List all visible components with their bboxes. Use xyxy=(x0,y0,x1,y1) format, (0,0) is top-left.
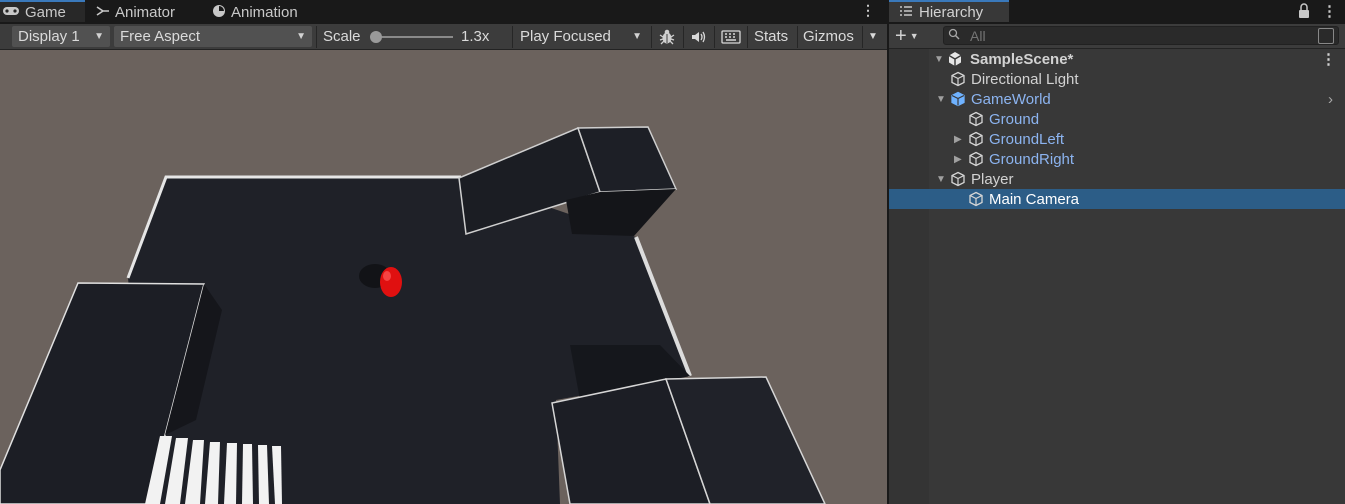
foldout-open-icon[interactable]: ▼ xyxy=(936,94,946,105)
gamepad-icon xyxy=(2,5,20,20)
toolbar-divider xyxy=(714,26,715,48)
display-dropdown-label: Display 1 xyxy=(18,28,80,45)
open-prefab-chevron-icon[interactable]: › xyxy=(1328,91,1333,108)
chevron-down-icon: ▼ xyxy=(632,31,642,42)
hierarchy-item-label: Ground xyxy=(989,110,1040,128)
foldout-open-icon: ▼ xyxy=(934,53,944,65)
hierarchy-item-label: GameWorld xyxy=(971,90,1051,108)
toolbar-divider xyxy=(512,26,513,48)
search-settings-icon[interactable] xyxy=(1318,28,1334,44)
tab-game-label: Game xyxy=(25,3,66,21)
hierarchy-search[interactable] xyxy=(943,26,1339,45)
toolbar-divider xyxy=(316,26,317,48)
more-options-icon[interactable]: ⋮ xyxy=(1322,2,1337,20)
scene-row[interactable]: ▼ SampleScene* ⋮ xyxy=(889,49,1345,69)
bug-icon[interactable] xyxy=(656,26,678,47)
chevron-down-icon: ▼ xyxy=(909,31,919,41)
scale-slider-track[interactable] xyxy=(375,36,453,38)
toolbar-divider xyxy=(683,26,684,48)
gizmos-dropdown-arrow-icon[interactable]: ▼ xyxy=(868,26,878,47)
hierarchy-item-label: Directional Light xyxy=(971,70,1079,88)
hierarchy-item[interactable]: ▼ GameWorld › xyxy=(889,89,1345,109)
foldout-open-icon[interactable]: ▼ xyxy=(936,174,946,185)
tab-hierarchy[interactable]: Hierarchy xyxy=(889,0,1009,22)
hierarchy-item-label: Player xyxy=(971,170,1014,188)
clock-icon xyxy=(212,4,226,21)
scene-name: SampleScene* xyxy=(970,50,1074,68)
add-object-button[interactable]: + ▼ xyxy=(895,26,931,46)
stats-button[interactable]: Stats xyxy=(754,26,788,47)
scale-slider-handle[interactable] xyxy=(370,31,382,43)
gameobject-cube-icon xyxy=(968,191,984,207)
prefab-cube-icon xyxy=(968,151,984,167)
tab-game[interactable]: Game xyxy=(0,0,85,22)
hierarchy-item[interactable]: Main Camera xyxy=(889,189,1345,209)
display-dropdown[interactable]: Display 1 ▼ xyxy=(12,26,110,47)
prefab-cube-icon xyxy=(968,111,984,127)
plus-icon: + xyxy=(895,25,907,47)
hierarchy-item[interactable]: ▶ GroundRight xyxy=(889,149,1345,169)
foldout-closed-icon[interactable]: ▶ xyxy=(954,134,962,145)
animator-icon xyxy=(96,5,110,20)
hierarchy-item[interactable]: ▼ Player xyxy=(889,169,1345,189)
toolbar-divider xyxy=(747,26,748,48)
lock-icon[interactable] xyxy=(1297,3,1311,23)
hierarchy-item-label: Main Camera xyxy=(989,190,1080,208)
list-icon xyxy=(899,4,913,21)
hierarchy-item[interactable]: Ground xyxy=(889,109,1345,129)
gizmos-button[interactable]: Gizmos xyxy=(803,26,854,47)
more-options-icon[interactable]: ⋮ xyxy=(861,2,875,19)
chevron-down-icon: ▼ xyxy=(94,31,104,42)
tab-animator[interactable]: Animator xyxy=(96,0,175,24)
hierarchy-item[interactable]: Directional Light xyxy=(889,69,1345,89)
gameobject-cube-icon xyxy=(950,171,966,187)
game-scene-render xyxy=(0,126,826,504)
tab-animator-label: Animator xyxy=(115,3,176,21)
prefab-cube-icon xyxy=(968,131,984,147)
toolbar-divider xyxy=(862,26,863,48)
toolbar-divider xyxy=(797,26,798,48)
play-mode-label: Play Focused xyxy=(520,28,611,45)
tab-animation[interactable]: Animation xyxy=(212,0,298,24)
aspect-dropdown-label: Free Aspect xyxy=(120,28,201,45)
speaker-icon[interactable] xyxy=(689,26,709,47)
hierarchy-search-input[interactable] xyxy=(968,26,1302,45)
aspect-dropdown[interactable]: Free Aspect ▼ xyxy=(114,26,312,47)
prefab-cube-icon xyxy=(950,91,966,107)
hierarchy-item[interactable]: ▶ GroundLeft xyxy=(889,129,1345,149)
tab-animation-label: Animation xyxy=(231,3,298,21)
search-icon xyxy=(948,28,962,43)
scale-value: 1.3x xyxy=(461,28,490,45)
gameobject-cube-icon xyxy=(950,71,966,87)
scale-label: Scale xyxy=(323,28,361,45)
game-tab-bar: Game Animator Animation ⋮ xyxy=(0,0,887,24)
chevron-down-icon: ▼ xyxy=(296,31,306,42)
unity-scene-icon xyxy=(947,51,963,67)
keyboard-icon[interactable] xyxy=(720,26,742,47)
foldout-closed-icon[interactable]: ▶ xyxy=(954,154,962,165)
hierarchy-item-label: GroundRight xyxy=(989,150,1075,168)
hierarchy-item-label: GroundLeft xyxy=(989,130,1065,148)
toolbar-divider xyxy=(651,26,652,48)
tab-hierarchy-label: Hierarchy xyxy=(919,3,984,21)
more-options-icon[interactable]: ⋮ xyxy=(1321,50,1336,68)
play-mode-dropdown[interactable]: Play Focused ▼ xyxy=(514,26,648,47)
game-viewport[interactable] xyxy=(0,50,887,504)
